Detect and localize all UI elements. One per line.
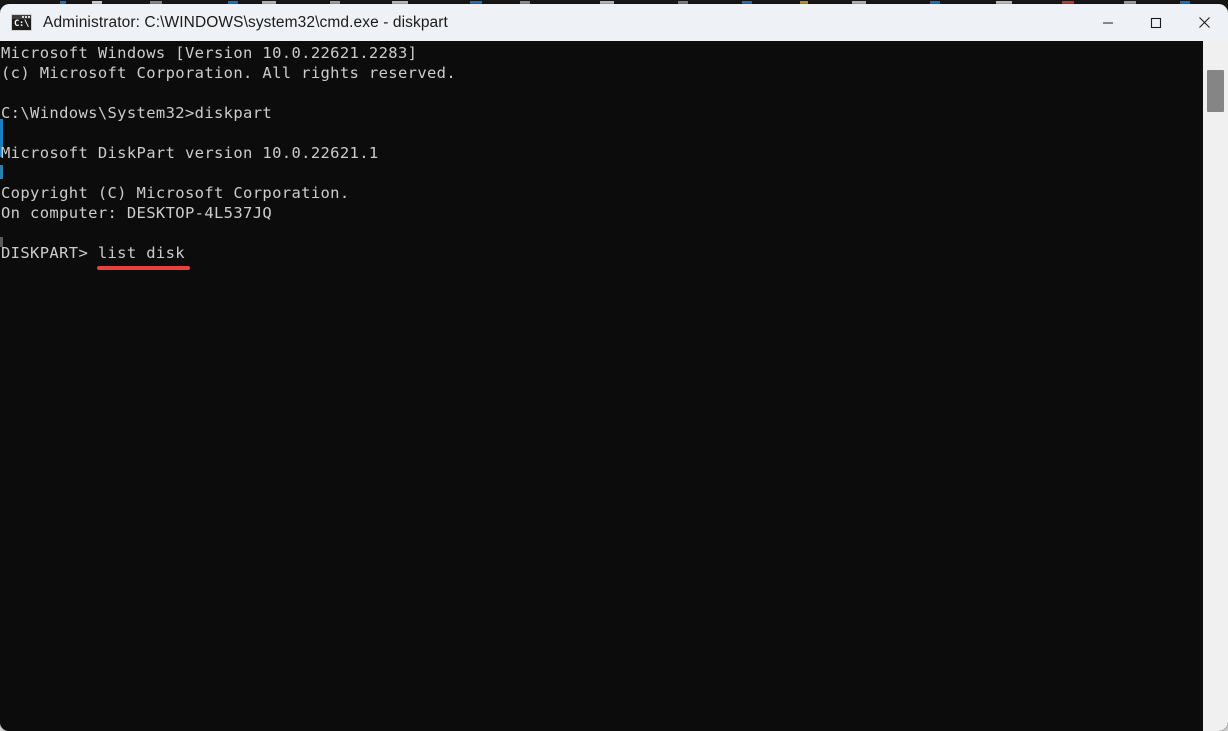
cmd-icon-glyph: C:\: [14, 19, 29, 29]
cmd-window: C:\ Administrator: C:\WINDOWS\system32\c…: [0, 4, 1228, 731]
maximize-icon: [1150, 17, 1162, 28]
minimize-button[interactable]: [1084, 4, 1132, 41]
console-text: Microsoft Windows [Version 10.0.22621.22…: [1, 44, 457, 262]
window-titlebar[interactable]: C:\ Administrator: C:\WINDOWS\system32\c…: [0, 4, 1228, 41]
scrollbar-thumb[interactable]: [1207, 70, 1224, 112]
minimize-icon: [1103, 21, 1113, 24]
red-underline-annotation: [97, 266, 190, 270]
close-icon: [1198, 17, 1210, 28]
console-scrollbar[interactable]: [1203, 41, 1228, 731]
cmd-exe-icon: C:\: [11, 14, 32, 31]
window-title: Administrator: C:\WINDOWS\system32\cmd.e…: [43, 13, 448, 31]
close-button[interactable]: [1180, 4, 1228, 41]
maximize-button[interactable]: [1132, 4, 1180, 41]
console-output-area[interactable]: Microsoft Windows [Version 10.0.22621.22…: [0, 41, 1228, 731]
screen: C:\ Administrator: C:\WINDOWS\system32\c…: [0, 0, 1228, 731]
window-controls: [1084, 4, 1228, 41]
